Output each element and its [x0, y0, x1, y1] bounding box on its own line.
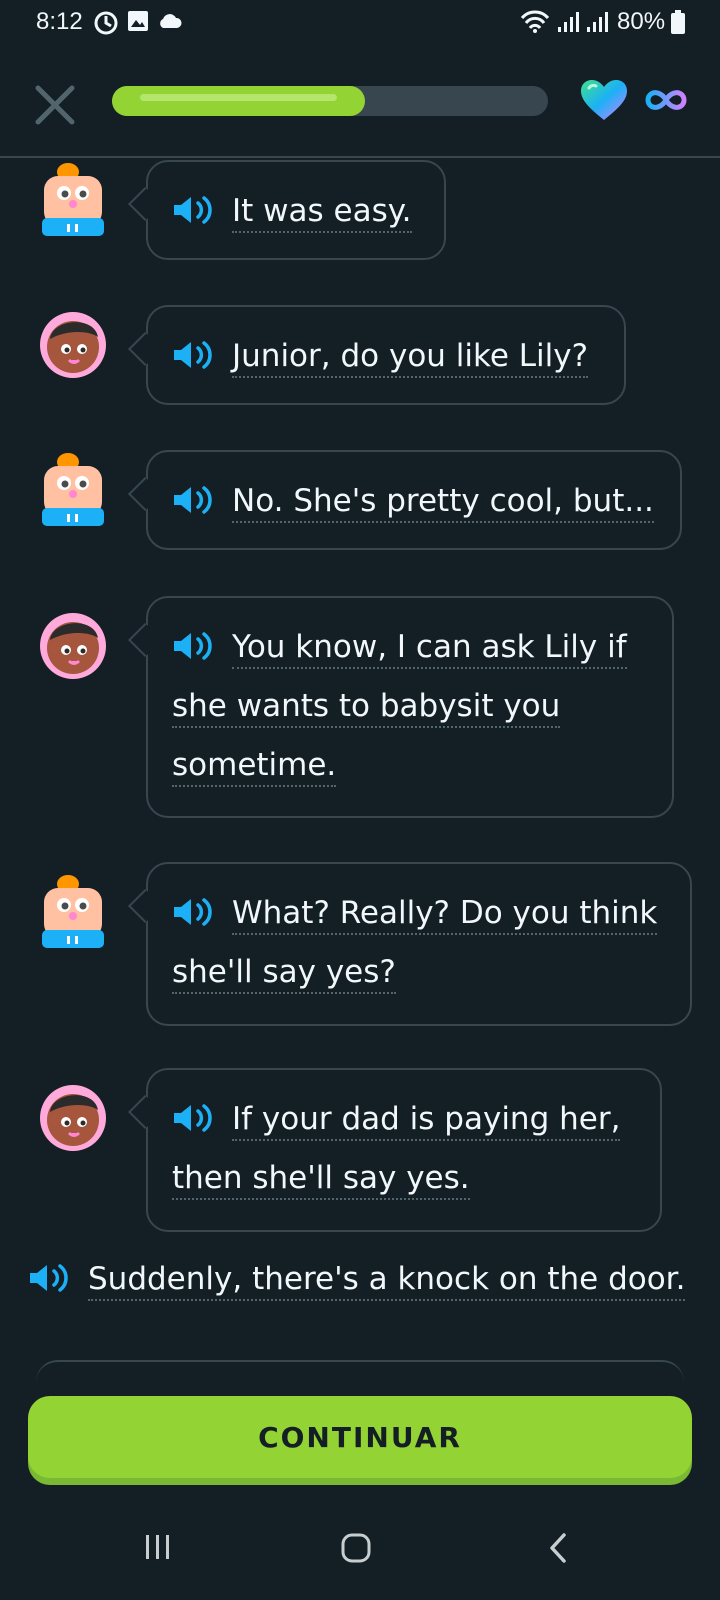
signal-icon-1 [558, 12, 579, 32]
system-nav-bar [0, 1504, 720, 1600]
progress-fill [112, 86, 365, 116]
signal-icon-2 [587, 12, 608, 32]
wifi-icon [520, 10, 550, 33]
narration-text[interactable]: Suddenly, there's a knock on the door. [88, 1261, 686, 1301]
lesson-progress-bar [112, 86, 548, 116]
woman-avatar [40, 1085, 106, 1151]
woman-avatar [40, 613, 106, 679]
heart-icon[interactable] [579, 78, 629, 122]
lesson-header [0, 60, 720, 158]
junior-avatar [42, 163, 104, 236]
infinity-icon [645, 90, 687, 110]
speaker-icon[interactable] [172, 195, 214, 225]
gallery-icon [128, 11, 148, 31]
woman-avatar [40, 312, 106, 378]
speech-bubble: What? Really? Do you think she'll say ye… [146, 862, 692, 1026]
speech-bubble: If your dad is paying her, then she'll s… [146, 1068, 662, 1232]
recent-apps-icon[interactable] [143, 1532, 173, 1562]
junior-avatar [42, 453, 104, 526]
cloud-icon [160, 14, 182, 28]
speech-bubble: No. She's pretty cool, but... [146, 450, 682, 550]
message-text[interactable]: It was easy. [232, 193, 412, 233]
message-text[interactable]: she'll say yes? [172, 954, 396, 994]
back-icon[interactable] [548, 1532, 570, 1564]
message-text[interactable]: Junior, do you like Lily? [232, 338, 589, 378]
speaker-icon[interactable] [172, 897, 214, 927]
continue-button[interactable]: CONTINUAR [28, 1396, 692, 1478]
speech-bubble: You know, I can ask Lily if she wants to… [146, 596, 674, 818]
message-text[interactable]: You know, I can ask Lily if [232, 629, 627, 669]
battery-percent: 80% [617, 8, 666, 35]
junior-avatar [42, 875, 104, 948]
speech-bubble: Junior, do you like Lily? [146, 305, 626, 405]
close-icon[interactable] [30, 80, 80, 130]
speaker-icon[interactable] [172, 485, 214, 515]
message-text[interactable]: then she'll say yes. [172, 1160, 470, 1200]
narration: Suddenly, there's a knock on the door. [28, 1250, 686, 1309]
message-text[interactable]: sometime. [172, 747, 337, 787]
settings-sync-icon [94, 11, 118, 35]
next-bubble-peek [36, 1360, 684, 1382]
status-time: 8:12 [36, 8, 83, 35]
progress-shine [140, 94, 337, 101]
speech-bubble: It was easy. [146, 160, 446, 260]
speaker-icon[interactable] [172, 1103, 214, 1133]
home-icon[interactable] [340, 1532, 372, 1564]
speaker-icon[interactable] [172, 631, 214, 661]
message-text[interactable]: she wants to babysit you [172, 688, 561, 728]
message-text[interactable]: What? Really? Do you think [232, 895, 658, 935]
message-text[interactable]: No. She's pretty cool, but... [232, 483, 654, 523]
speaker-icon[interactable] [172, 340, 214, 370]
message-text[interactable]: If your dad is paying her, [232, 1101, 621, 1141]
battery-icon [671, 10, 685, 34]
speaker-icon[interactable] [28, 1263, 70, 1293]
status-bar: 8:12 80% [0, 0, 720, 48]
